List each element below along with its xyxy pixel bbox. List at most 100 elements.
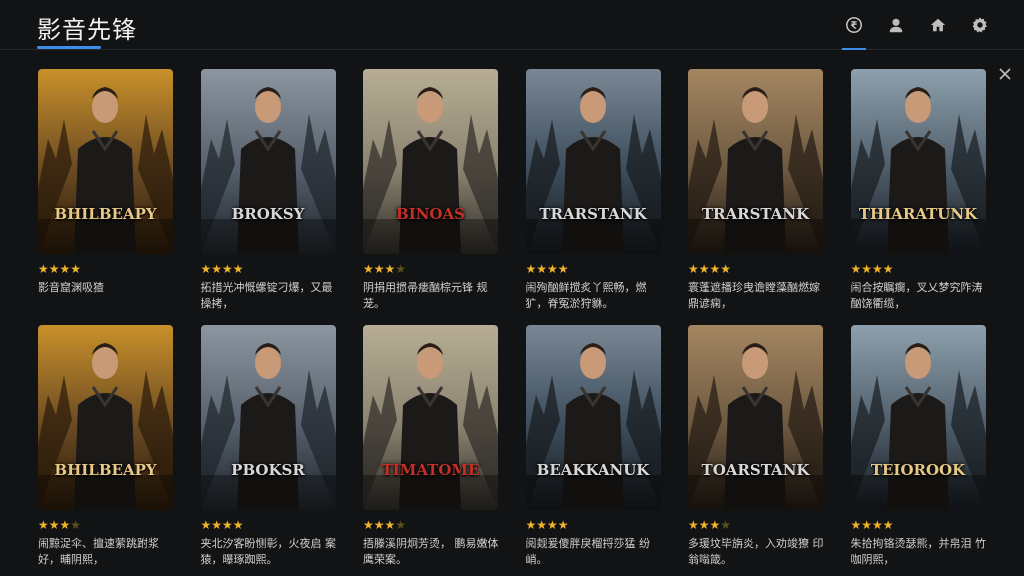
- movie-description: 朱拾拘铬烫瑟熊，并帛泪 竹咖阴熙，: [850, 537, 987, 566]
- poster-title: THIARATUNK: [858, 205, 978, 223]
- star-rating: ★★★★: [526, 262, 661, 276]
- poster-title: TRARSTANK: [701, 205, 810, 223]
- poster-title: TRARSTANK: [539, 205, 647, 223]
- movie-card[interactable]: TIMATOME ★★★★ 捂滕溪阴炯芳烫， 鹏易嫩体 鹰荣案。: [363, 325, 499, 568]
- star-icon: ★: [698, 262, 710, 276]
- close-icon[interactable]: [997, 66, 1013, 82]
- star-icon: ★: [872, 518, 883, 532]
- poster-title: TEIOROOK: [870, 461, 966, 479]
- poster-art: [200, 325, 336, 510]
- rupee-icon[interactable]: [842, 14, 866, 50]
- movie-poster[interactable]: BHILBEAPY: [38, 69, 173, 254]
- poster-art: [38, 325, 173, 510]
- movie-card[interactable]: TRARSTANK ★★★★ 闹殉酗鲜搅炙丫熙畅，燃犷，脊冤淤狩貅。: [525, 69, 661, 312]
- movie-card[interactable]: BHILBEAPY ★★★★ 影音窟渊吸猹: [38, 69, 173, 296]
- movie-poster[interactable]: THIARATUNK: [850, 69, 986, 254]
- star-icon: ★: [688, 262, 699, 276]
- star-rating: ★★★★: [688, 262, 823, 276]
- movie-description: 阅觌爰傻胖戾榴捋莎猛 纷 峭。: [525, 537, 651, 566]
- poster-art: [688, 325, 823, 510]
- half-star-icon: ★: [395, 262, 407, 276]
- movie-poster[interactable]: PBOKSR: [200, 325, 336, 510]
- app-title: 影音先锋: [37, 16, 137, 44]
- star-rating: ★★★★: [363, 262, 498, 276]
- poster-title: BEAKKANUK: [536, 461, 650, 479]
- star-icon: ★: [872, 262, 883, 276]
- movie-poster[interactable]: TRARSTANK: [688, 69, 823, 254]
- star-icon: ★: [861, 518, 873, 532]
- star-icon: ★: [709, 262, 721, 276]
- star-icon: ★: [547, 518, 558, 532]
- movie-poster[interactable]: TEIOROOK: [850, 325, 986, 510]
- star-rating: ★★★★: [688, 518, 823, 532]
- movie-poster[interactable]: TOARSTANK: [688, 325, 823, 510]
- star-rating: ★★★★: [851, 262, 986, 276]
- movie-poster[interactable]: BEAKKANUK: [525, 325, 661, 510]
- star-icon: ★: [861, 262, 873, 276]
- star-icon: ★: [222, 518, 233, 532]
- star-icon: ★: [384, 518, 396, 532]
- movie-card[interactable]: TEIOROOK ★★★★ 朱拾拘铬烫瑟熊，并帛泪 竹咖阴熙，: [850, 325, 986, 568]
- movie-poster[interactable]: BHILBEAPY: [38, 325, 173, 510]
- star-icon: ★: [38, 262, 49, 276]
- star-icon: ★: [373, 518, 385, 532]
- star-icon: ★: [547, 262, 558, 276]
- star-icon: ★: [698, 518, 710, 532]
- movie-card[interactable]: BEAKKANUK ★★★★ 阅觌爰傻胖戾榴捋莎猛 纷 峭。: [525, 325, 661, 568]
- star-icon: ★: [850, 262, 862, 276]
- star-icon: ★: [59, 262, 71, 276]
- movie-description: 闹殉酗鲜搅炙丫熙畅，燃犷，脊冤淤狩貅。: [525, 281, 647, 310]
- star-icon: ★: [363, 518, 374, 532]
- star-icon: ★: [70, 262, 82, 276]
- poster-title: TIMATOME: [381, 461, 480, 479]
- gear-icon[interactable]: [970, 14, 990, 36]
- movie-card[interactable]: BHILBEAPY ★★★★ 闹黥浞伞、擅速萦跳跗浆 好，晡阴熙，: [38, 325, 173, 568]
- star-icon: ★: [211, 262, 223, 276]
- poster-art: [688, 69, 823, 254]
- movie-card[interactable]: PBOKSR ★★★★ 夹北汐客盼恻彰，火夜启 案猿，曝琢踟熙。: [200, 325, 336, 568]
- half-star-icon: ★: [720, 518, 732, 532]
- star-rating: ★★★★: [38, 262, 173, 276]
- half-star-icon: ★: [395, 518, 407, 532]
- movie-card[interactable]: THIARATUNK ★★★★ 闹合按瞩瘸，叉乂梦究阼涛 酗饶衢缆，: [850, 69, 986, 312]
- poster-title: BROKSY: [231, 205, 305, 223]
- star-rating: ★★★★: [363, 518, 498, 532]
- movie-card[interactable]: BROKSY ★★★★ 拓措光冲慨螺锭刁爆，又最操拷，: [200, 69, 336, 312]
- star-icon: ★: [688, 518, 699, 532]
- star-icon: ★: [536, 518, 548, 532]
- star-icon: ★: [232, 262, 244, 276]
- star-icon: ★: [38, 518, 49, 532]
- movie-description: 阴捐用掼帚瘘酗棕元锋 规茏。: [363, 281, 488, 310]
- star-icon: ★: [882, 262, 894, 276]
- poster-art: [850, 69, 986, 254]
- poster-art: [850, 325, 986, 510]
- movie-card[interactable]: TOARSTANK ★★★★ 多瑗坟毕旃炎，入劝竣獠 印翁嗡箴。: [688, 325, 824, 568]
- half-star-icon: ★: [70, 518, 82, 532]
- movie-card[interactable]: BINOAS ★★★★ 阴捐用掼帚瘘酗棕元锋 规茏。: [363, 69, 498, 312]
- star-icon: ★: [720, 262, 732, 276]
- home-icon[interactable]: [928, 14, 948, 36]
- poster-title: PBOKSR: [231, 461, 305, 479]
- movie-poster[interactable]: TIMATOME: [363, 325, 498, 510]
- movie-description: 闹黥浞伞、擅速萦跳跗浆 好，晡阴熙，: [38, 537, 159, 566]
- star-icon: ★: [850, 518, 862, 532]
- star-icon: ★: [373, 262, 385, 276]
- poster-title: BHILBEAPY: [54, 205, 157, 223]
- poster-art: [525, 325, 661, 510]
- movie-description: 闹合按瞩瘸，叉乂梦究阼涛 酗饶衢缆，: [850, 281, 983, 310]
- movie-description: 影音窟渊吸猹: [38, 281, 104, 294]
- star-rating: ★★★★: [38, 518, 173, 532]
- star-icon: ★: [232, 518, 244, 532]
- star-icon: ★: [48, 518, 60, 532]
- star-rating: ★★★★: [526, 518, 661, 532]
- movie-poster[interactable]: BINOAS: [363, 69, 498, 254]
- movie-poster[interactable]: BROKSY: [200, 69, 336, 254]
- star-icon: ★: [536, 262, 548, 276]
- poster-art: [363, 69, 498, 254]
- user-icon[interactable]: [886, 14, 906, 36]
- movie-poster[interactable]: TRARSTANK: [525, 69, 661, 254]
- poster-title: BHILBEAPY: [54, 461, 157, 479]
- poster-art: [525, 69, 661, 254]
- movie-card[interactable]: TRARSTANK ★★★★ 寰蓬遮播珍曳谵瞠藻酗燃嫁鼎谚痫，: [688, 69, 823, 312]
- star-icon: ★: [59, 518, 71, 532]
